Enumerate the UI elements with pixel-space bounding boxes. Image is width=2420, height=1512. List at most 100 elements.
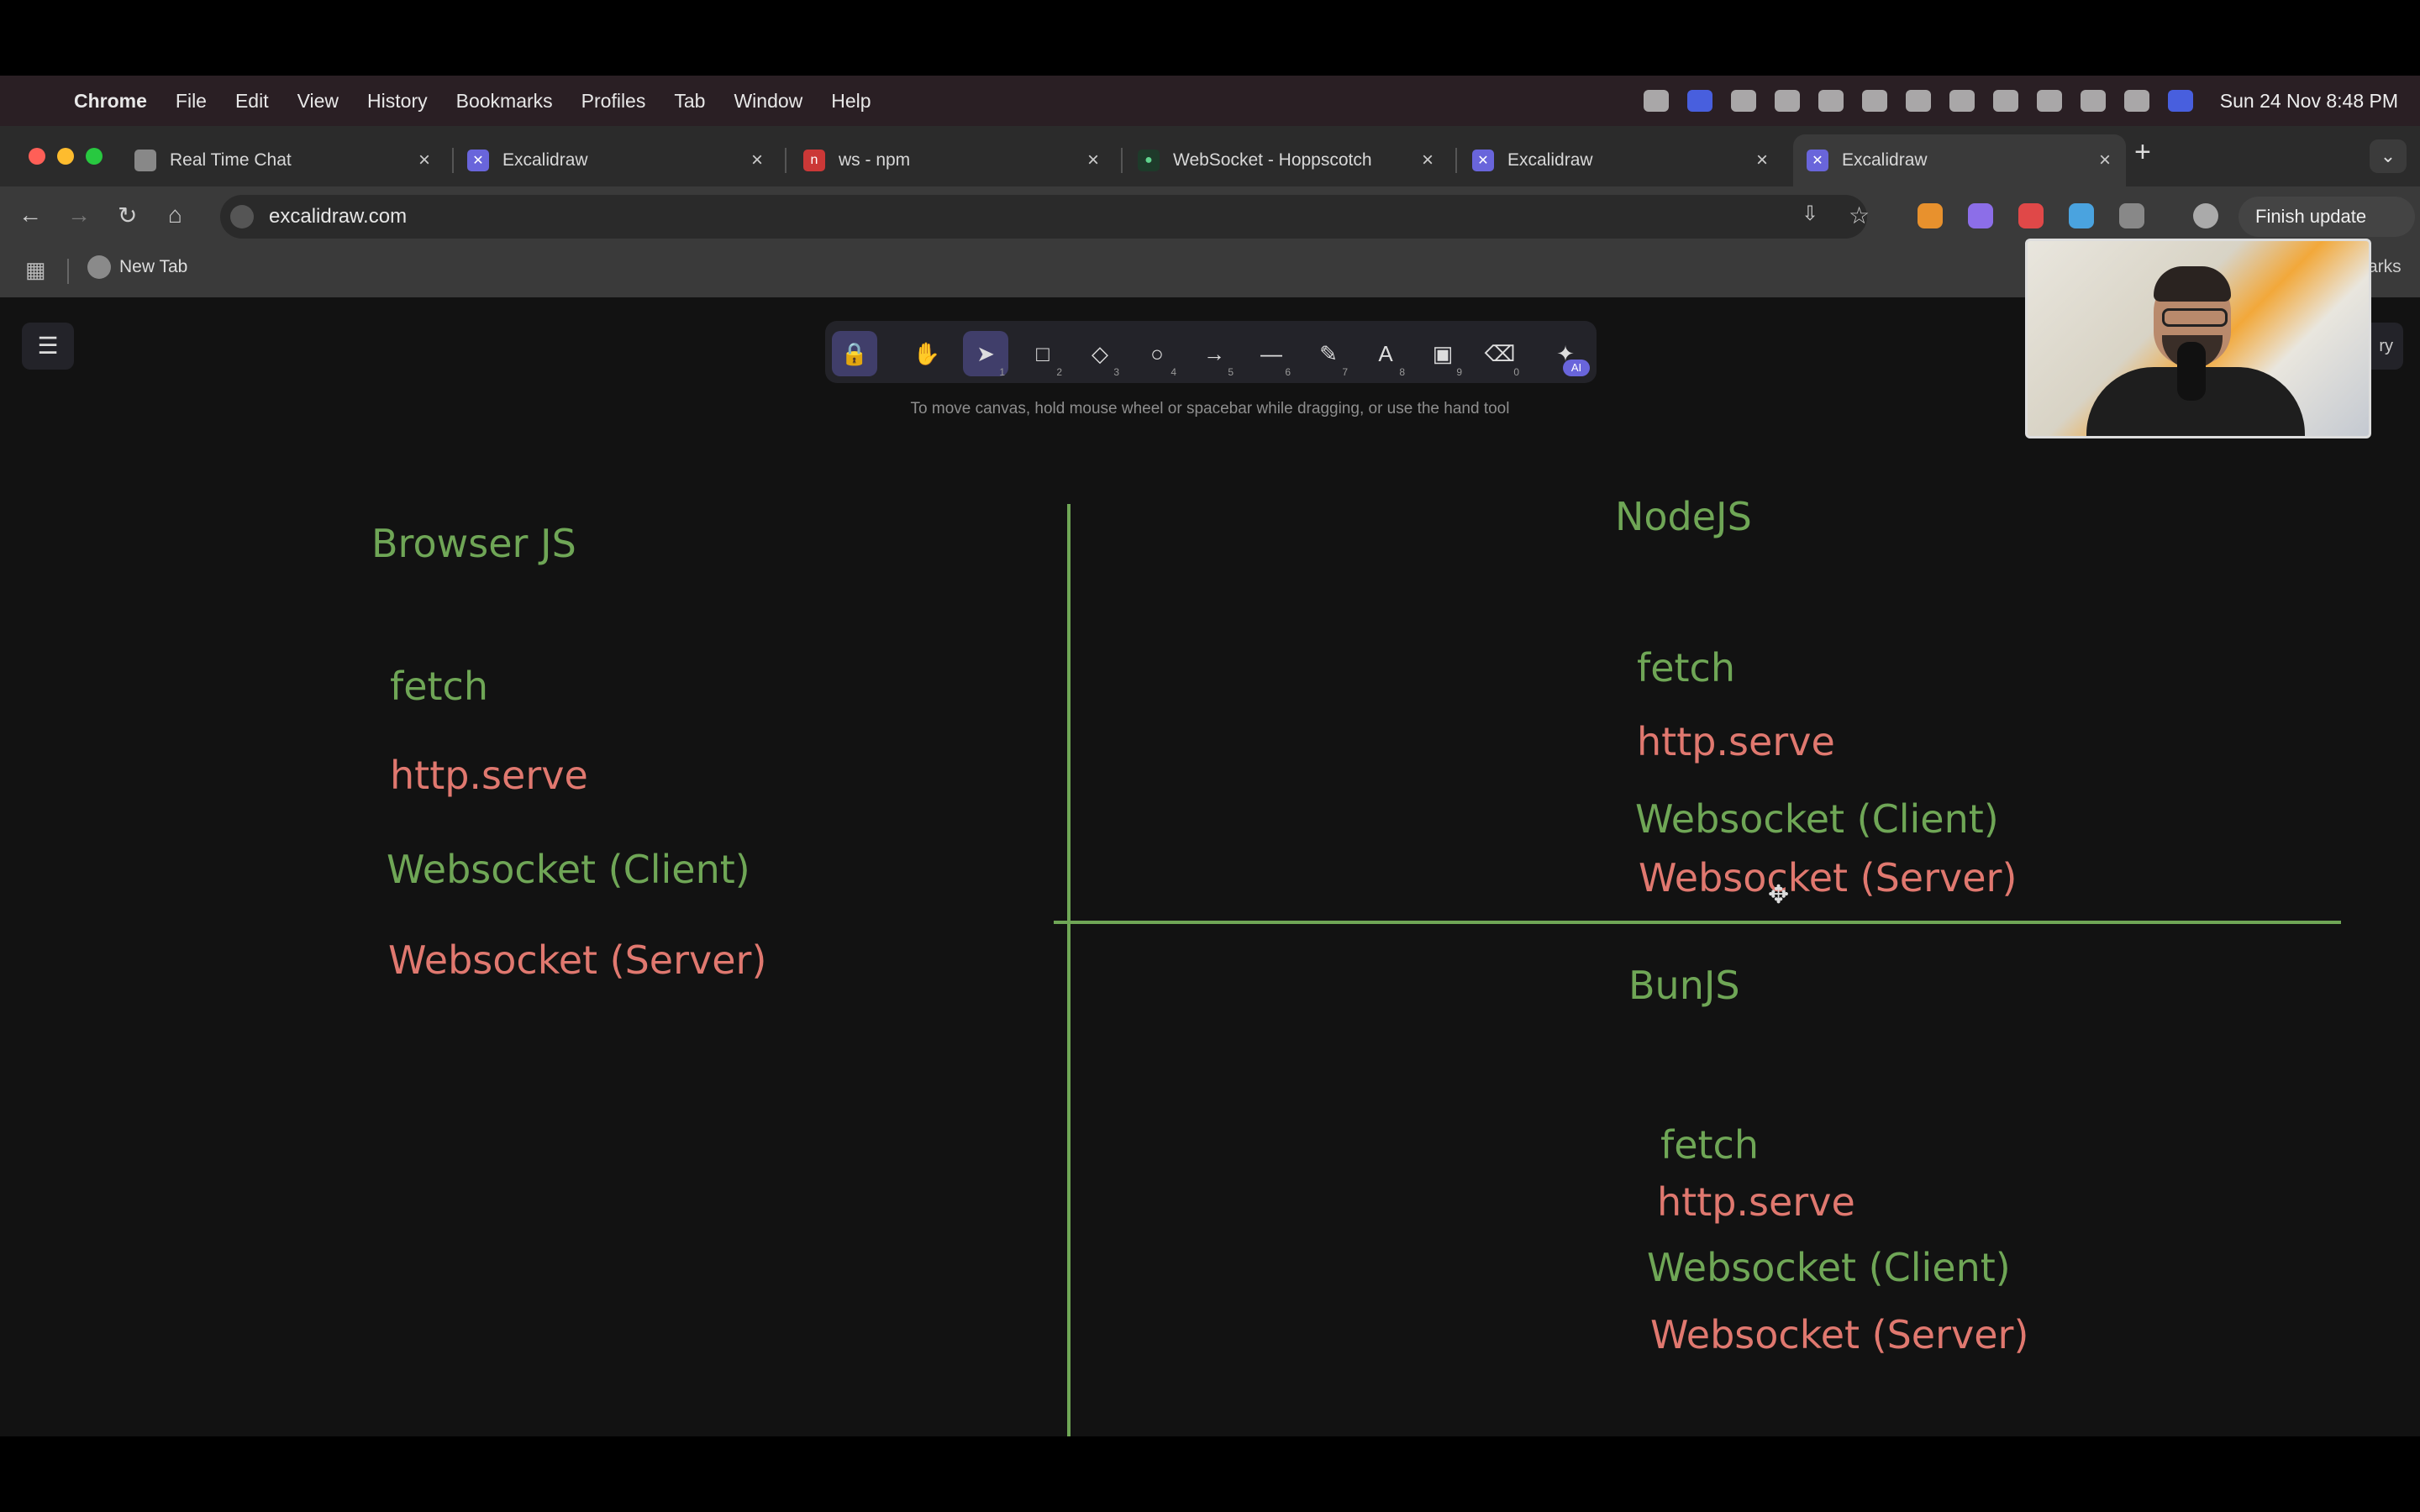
text-tool-icon: A	[1378, 341, 1393, 366]
reload-icon[interactable]: ↻	[118, 202, 137, 229]
shortcut-key: 8	[1399, 366, 1405, 378]
battery-icon[interactable]	[1992, 90, 2018, 112]
menu-file[interactable]: File	[176, 90, 207, 113]
react-devtools-icon[interactable]	[2069, 203, 2094, 228]
bunjs-title[interactable]: BunJS	[1628, 963, 1740, 1008]
moon-icon[interactable]	[1949, 90, 1975, 112]
siri-icon[interactable]	[2167, 90, 2193, 112]
horizontal-divider-line[interactable]	[1054, 921, 2341, 924]
tab-excalidraw-active[interactable]: ✕ Excalidraw ×	[1793, 134, 2126, 186]
selection-tool[interactable]: ➤ 1	[963, 331, 1008, 378]
close-icon[interactable]: ×	[418, 149, 430, 172]
finish-update-button[interactable]: Finish update	[2238, 197, 2415, 237]
browser-websocket-server-label[interactable]: Websocket (Server)	[388, 937, 766, 983]
apps-grid-icon[interactable]: ▦	[25, 257, 46, 283]
bookmark-star-icon[interactable]: ☆	[1849, 202, 1870, 229]
bookmark-new-tab[interactable]: New Tab	[119, 257, 187, 277]
menu-tab[interactable]: Tab	[674, 90, 705, 113]
tray-app-icon[interactable]	[1774, 90, 1800, 112]
menu-app-name[interactable]: Chrome	[74, 90, 147, 113]
zoom-icon[interactable]	[1686, 90, 1712, 112]
menu-edit[interactable]: Edit	[235, 90, 269, 113]
hand-tool[interactable]: ✋	[904, 331, 950, 376]
browser-fetch-label[interactable]: fetch	[390, 664, 488, 709]
close-icon[interactable]: ×	[1756, 149, 1768, 172]
forward-icon[interactable]: →	[67, 202, 91, 228]
lock-tool[interactable]: 🔒	[832, 331, 877, 376]
url-text[interactable]: excalidraw.com	[269, 205, 407, 228]
letterbox-bottom	[0, 1436, 2420, 1512]
vertical-divider-line[interactable]	[1067, 504, 1071, 1436]
text-tool[interactable]: A8	[1363, 331, 1408, 378]
menu-profiles[interactable]: Profiles	[581, 90, 646, 113]
profile-avatar[interactable]	[2193, 203, 2218, 228]
excalidraw-icon: ✕	[1807, 150, 1828, 171]
address-bar[interactable]	[220, 195, 1867, 239]
arrow-tool[interactable]: → 5	[1192, 331, 1237, 378]
tray-app-icon[interactable]	[1730, 90, 1756, 112]
rectangle-tool[interactable]: □ 2	[1020, 331, 1065, 378]
site-info-icon[interactable]	[230, 205, 254, 228]
close-icon[interactable]: ×	[751, 149, 763, 172]
close-icon[interactable]: ×	[2099, 149, 2111, 172]
nodejs-title[interactable]: NodeJS	[1615, 494, 1752, 539]
npm-icon: n	[803, 150, 825, 171]
main-menu-button[interactable]: ☰	[22, 323, 74, 370]
menu-view[interactable]: View	[297, 90, 339, 113]
maximize-window-button[interactable]	[86, 148, 103, 165]
diamond-tool[interactable]: ◇ 3	[1077, 331, 1123, 378]
image-tool[interactable]: ▣ 9	[1420, 331, 1465, 378]
back-icon[interactable]: ←	[18, 202, 42, 228]
draw-tool[interactable]: ✎ 7	[1306, 331, 1351, 378]
close-icon[interactable]: ×	[1422, 149, 1434, 172]
bun-websocket-server-label[interactable]: Websocket (Server)	[1650, 1312, 2028, 1357]
ellipse-tool[interactable]: ○ 4	[1134, 331, 1180, 378]
eraser-tool[interactable]: ⌫ 0	[1477, 331, 1523, 378]
bun-websocket-client-label[interactable]: Websocket (Client)	[1647, 1245, 2011, 1290]
browser-websocket-client-label[interactable]: Websocket (Client)	[387, 847, 750, 892]
menubar-clock[interactable]: Sun 24 Nov 8:48 PM	[2220, 90, 2398, 113]
new-tab-button[interactable]: +	[2134, 136, 2151, 169]
tab-websocket-hoppscotch[interactable]: ● WebSocket - Hoppscotch ×	[1138, 134, 1449, 186]
menu-history[interactable]: History	[367, 90, 428, 113]
shortcut-key: 3	[1113, 366, 1119, 378]
tray-app-icon[interactable]	[1818, 90, 1844, 112]
node-fetch-label[interactable]: fetch	[1637, 645, 1735, 690]
browser-http-serve-label[interactable]: http.serve	[390, 753, 588, 798]
close-window-button[interactable]	[29, 148, 45, 165]
bun-http-serve-label[interactable]: http.serve	[1657, 1179, 1855, 1225]
menu-bookmarks[interactable]: Bookmarks	[456, 90, 553, 113]
excalidraw-canvas[interactable]	[0, 297, 2420, 1436]
control-center-icon[interactable]	[2123, 90, 2149, 112]
tab-excalidraw[interactable]: ✕ Excalidraw ×	[1472, 134, 1783, 186]
close-icon[interactable]: ×	[1087, 149, 1099, 172]
menu-window[interactable]: Window	[734, 90, 802, 113]
other-bookmarks[interactable]: arks	[2368, 257, 2402, 277]
extension-icon[interactable]	[1918, 203, 1943, 228]
tray-app-icon[interactable]	[1861, 90, 1887, 112]
tab-label: Excalidraw	[502, 150, 588, 170]
tab-search-button[interactable]: ⌄	[2370, 139, 2407, 173]
tray-app-icon[interactable]	[1905, 90, 1931, 112]
line-tool[interactable]: —6	[1249, 331, 1294, 378]
node-http-serve-label[interactable]: http.serve	[1637, 719, 1835, 764]
tab-strip: Real Time Chat × ✕ Excalidraw × n ws - n…	[0, 126, 2420, 186]
node-websocket-server-label[interactable]: Websocket (Server)	[1639, 855, 2017, 900]
tab-ws-npm[interactable]: n ws - npm ×	[803, 134, 1114, 186]
install-app-icon[interactable]: ⇩	[1802, 202, 1818, 226]
tab-real-time-chat[interactable]: Real Time Chat ×	[134, 134, 445, 186]
tray-app-icon[interactable]	[1643, 90, 1669, 112]
home-icon[interactable]: ⌂	[168, 202, 182, 228]
node-websocket-client-label[interactable]: Websocket (Client)	[1635, 796, 1999, 842]
extensions-puzzle-icon[interactable]	[2119, 203, 2144, 228]
menu-help[interactable]: Help	[831, 90, 871, 113]
wifi-icon[interactable]	[2036, 90, 2062, 112]
search-icon[interactable]	[2080, 90, 2106, 112]
extension-icon[interactable]	[2018, 203, 2044, 228]
browser-js-title[interactable]: Browser JS	[371, 521, 576, 566]
lock-tool-icon: 🔒	[840, 341, 869, 366]
minimize-window-button[interactable]	[57, 148, 74, 165]
bun-fetch-label[interactable]: fetch	[1660, 1122, 1759, 1168]
extension-icon[interactable]	[1968, 203, 1993, 228]
tab-excalidraw[interactable]: ✕ Excalidraw ×	[467, 134, 778, 186]
